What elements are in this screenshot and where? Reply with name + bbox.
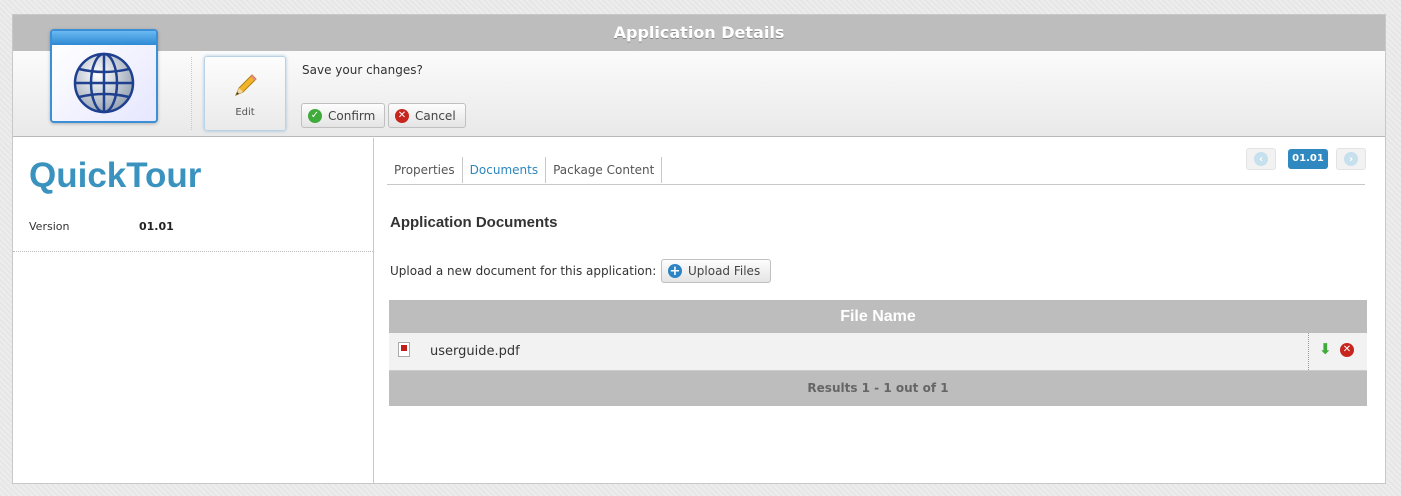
upload-instructions: Upload a new document for this applicati… — [390, 264, 657, 278]
next-version-button[interactable]: › — [1336, 148, 1366, 170]
edit-button[interactable]: Edit — [204, 56, 286, 131]
app-info-panel: QuickTour Version 01.01 — [13, 138, 374, 484]
pdf-icon — [398, 342, 410, 357]
documents-table: File Name userguide.pdf ⬇ ✕ Results 1 - … — [389, 300, 1367, 406]
cancel-label: Cancel — [415, 108, 456, 123]
edit-label: Edit — [235, 107, 255, 118]
save-prompt-text: Save your changes? — [302, 63, 423, 77]
check-icon: ✓ — [308, 108, 322, 123]
results-summary: Results 1 - 1 out of 1 — [389, 371, 1367, 406]
app-name: QuickTour — [29, 156, 202, 195]
previous-version-button[interactable]: ‹ — [1246, 148, 1276, 170]
cancel-button[interactable]: ✕ Cancel — [388, 103, 466, 128]
version-value: 01.01 — [139, 220, 174, 233]
tab-package-content[interactable]: Package Content — [546, 157, 663, 183]
tab-properties[interactable]: Properties — [387, 157, 463, 183]
table-row[interactable]: userguide.pdf ⬇ ✕ — [389, 333, 1367, 371]
close-icon: ✕ — [395, 108, 409, 123]
upload-label: Upload Files — [688, 264, 761, 278]
file-name[interactable]: userguide.pdf — [430, 344, 520, 359]
version-label: Version — [29, 220, 70, 233]
arrow-right-icon: › — [1344, 152, 1358, 166]
version-badge: 01.01 — [1288, 149, 1328, 169]
plus-icon: + — [668, 263, 682, 279]
column-divider — [1308, 333, 1309, 370]
column-header-file-name[interactable]: File Name — [389, 300, 1367, 333]
application-details-window: Application Details Edit Save your chang… — [12, 14, 1386, 484]
confirm-button[interactable]: ✓ Confirm — [301, 103, 385, 128]
section-title: Application Documents — [390, 214, 558, 231]
toolbar: Edit Save your changes? ✓ Confirm ✕ Canc… — [13, 29, 1385, 137]
globe-icon — [73, 52, 135, 114]
window-title: Application Details — [13, 15, 1385, 51]
tab-bar: Properties Documents Package Content — [387, 157, 1365, 185]
arrow-left-icon: ‹ — [1254, 152, 1268, 166]
delete-icon[interactable]: ✕ — [1340, 343, 1354, 357]
tab-documents[interactable]: Documents — [463, 157, 547, 183]
pencil-icon — [235, 74, 257, 96]
download-icon[interactable]: ⬇ — [1319, 342, 1332, 357]
confirm-label: Confirm — [328, 108, 376, 123]
toolbar-divider — [191, 57, 192, 130]
upload-files-button[interactable]: + Upload Files — [661, 259, 771, 283]
divider — [13, 251, 373, 252]
application-icon — [50, 29, 158, 123]
